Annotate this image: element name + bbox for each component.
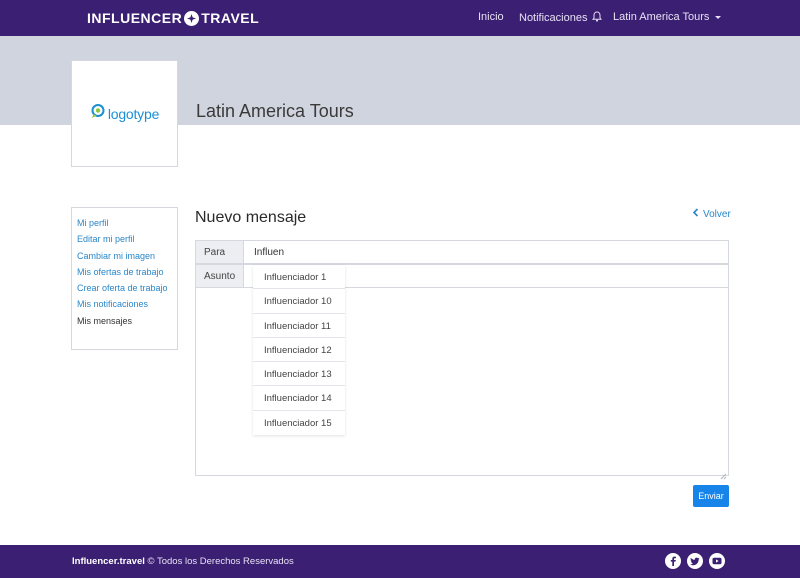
back-link[interactable]: Volver	[692, 208, 731, 220]
speech-bubble-icon	[90, 103, 106, 124]
to-field-group: Para	[195, 240, 729, 264]
footer-rights: © Todos los Derechos Reservados	[147, 556, 294, 567]
company-title: Latin America Tours	[196, 101, 354, 121]
twitter-icon[interactable]	[687, 553, 703, 569]
autocomplete-option[interactable]: Influenciador 14	[253, 386, 345, 411]
sidebar-item-mensajes[interactable]: Mis mensajes	[77, 313, 172, 329]
nav-notifications-label: Notificaciones	[519, 12, 588, 24]
sidebar-item-notificaciones[interactable]: Mis notificaciones	[77, 296, 172, 312]
back-link-label: Volver	[703, 208, 731, 220]
page-footer: Influencer.travel © Todos los Derechos R…	[0, 545, 800, 578]
brand-text-right: TRAVEL	[201, 10, 260, 26]
bell-icon	[592, 11, 603, 25]
chevron-left-icon	[692, 208, 699, 220]
footer-copyright: Influencer.travel © Todos los Derechos R…	[72, 556, 294, 567]
company-logo: logotype	[71, 60, 178, 167]
nav-link-notifications[interactable]: Notificaciones	[519, 11, 603, 25]
compass-icon	[184, 10, 200, 26]
brand-logo[interactable]: INFLUENCER TRAVEL	[87, 10, 259, 26]
to-input[interactable]	[244, 241, 728, 263]
footer-brand: Influencer.travel	[72, 556, 145, 567]
sidebar-item-editar-perfil[interactable]: Editar mi perfil	[77, 231, 172, 247]
profile-sidebar: Mi perfil Editar mi perfil Cambiar mi im…	[71, 207, 178, 350]
recipient-autocomplete-dropdown: Influenciador 1 Influenciador 10 Influen…	[253, 265, 345, 436]
youtube-icon[interactable]	[709, 553, 725, 569]
logo-text: logotype	[107, 105, 160, 122]
sidebar-item-crear-oferta[interactable]: Crear oferta de trabajo	[77, 280, 172, 296]
top-navbar: INFLUENCER TRAVEL Inicio Notificaciones …	[0, 0, 800, 36]
autocomplete-option[interactable]: Influenciador 13	[253, 362, 345, 387]
nav-user-label: Latin America Tours	[613, 11, 710, 23]
autocomplete-option[interactable]: Influenciador 15	[253, 411, 345, 435]
subject-label: Asunto	[196, 265, 244, 287]
nav-link-home[interactable]: Inicio	[478, 11, 504, 23]
autocomplete-option[interactable]: Influenciador 1	[253, 265, 345, 290]
send-button[interactable]: Enviar	[693, 485, 729, 507]
autocomplete-option[interactable]: Influenciador 10	[253, 289, 345, 314]
to-label: Para	[196, 241, 244, 263]
caret-down-icon	[715, 16, 722, 19]
nav-user-menu[interactable]: Latin America Tours	[613, 11, 722, 23]
page-title: Nuevo mensaje	[195, 209, 307, 226]
autocomplete-option[interactable]: Influenciador 12	[253, 338, 345, 363]
sidebar-item-cambiar-imagen[interactable]: Cambiar mi imagen	[77, 248, 172, 264]
resize-grip-icon[interactable]	[720, 467, 727, 480]
brand-text-left: INFLUENCER	[87, 10, 183, 26]
autocomplete-option[interactable]: Influenciador 11	[253, 314, 345, 338]
sidebar-item-mi-perfil[interactable]: Mi perfil	[77, 215, 172, 231]
sidebar-item-ofertas[interactable]: Mis ofertas de trabajo	[77, 264, 172, 280]
facebook-icon[interactable]	[665, 553, 681, 569]
